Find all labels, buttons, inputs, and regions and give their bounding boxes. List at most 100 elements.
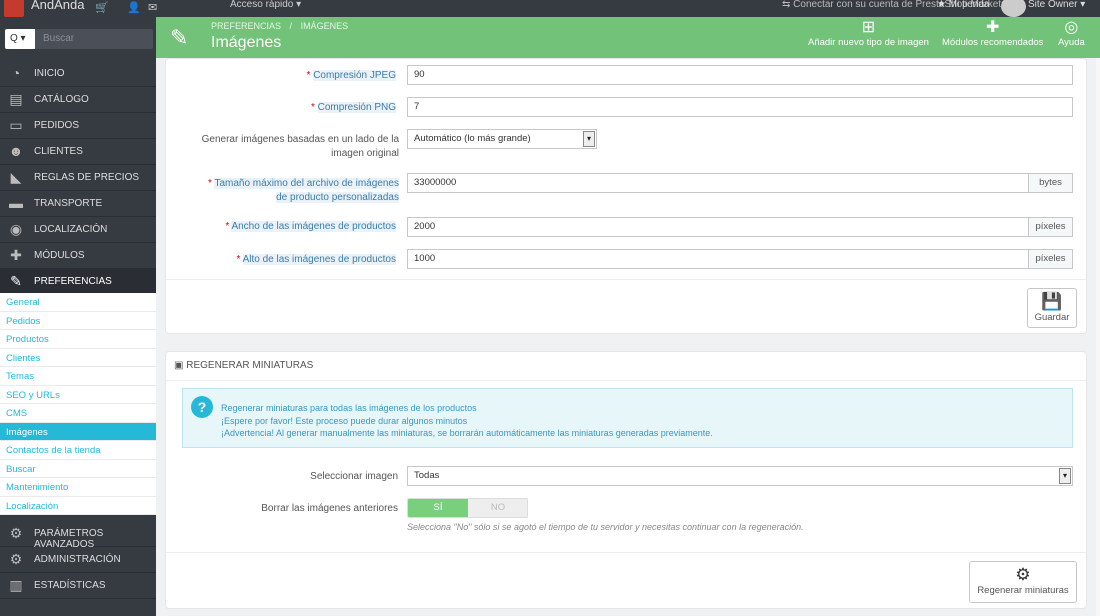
submenu-item[interactable]: Buscar <box>0 460 156 478</box>
sidebar-item-estadisticas[interactable]: ▥ Estadísticas <box>0 573 156 599</box>
submenu-item[interactable]: Mantenimiento <box>0 478 156 497</box>
sidebar-item-pedidos[interactable]: ▭ Pedidos <box>0 113 156 139</box>
bytes-addon: bytes <box>1028 173 1073 193</box>
submenu-item[interactable]: Temas <box>0 367 156 386</box>
users-icon: ☻ <box>8 143 24 159</box>
book-icon: ▤ <box>9 91 23 107</box>
regenerate-thumbnails-button[interactable]: ⚙ Regenerar miniaturas <box>969 561 1077 603</box>
toggle-no[interactable]: NO <box>468 499 527 517</box>
sidebar-item-label: Catálogo <box>34 94 89 105</box>
image-side-select[interactable]: Automático (lo más grande) ▾ <box>407 129 597 149</box>
pixels-addon: píxeles <box>1028 249 1073 269</box>
sidebar-item-label: Pedidos <box>34 120 80 131</box>
envelope-icon[interactable]: ✉ <box>148 1 157 14</box>
lifebuoy-icon: ◎ <box>1064 19 1079 36</box>
my-store-link[interactable]: ★ Mi tienda <box>937 0 989 10</box>
submenu-item[interactable]: Contactos de la tienda <box>0 441 156 460</box>
png-compression-input[interactable]: 7 <box>407 97 1073 117</box>
prestashop-logo-icon[interactable] <box>4 0 24 17</box>
recommended-modules-label: Módulos recomendados <box>942 37 1044 48</box>
jpeg-compression-input[interactable]: 90 <box>407 65 1073 85</box>
sidebar-item-label: Administración <box>34 554 121 565</box>
sidebar-item-label: Estadísticas <box>34 580 106 591</box>
sidebar-item-preferencias[interactable]: ✎ Preferencias <box>0 269 156 295</box>
wrench-icon: ✎ <box>10 273 22 289</box>
sidebar-item-inicio[interactable]: ◔ Inicio <box>0 61 156 87</box>
image-side-label: Generar imágenes basadas en un lado de l… <box>201 134 399 159</box>
user-icon[interactable]: 👤 <box>127 1 141 14</box>
add-image-type-label: Añadir nuevo tipo de imagen <box>808 37 929 48</box>
sidebar-item-label: Inicio <box>34 68 65 79</box>
sidebar-item-label: Transporte <box>34 198 103 209</box>
sidebar-item-localizacion[interactable]: ◉ Localización <box>0 217 156 243</box>
product-height-input[interactable]: 1000 <box>407 249 1029 269</box>
submenu-item[interactable]: SEO y URLs <box>0 386 156 404</box>
tag-icon: ◣ <box>10 169 22 185</box>
panel-divider <box>166 380 1086 381</box>
cogs-icon: ⚙ <box>1015 565 1031 584</box>
erase-previous-toggle[interactable]: SÍ NO <box>407 498 528 518</box>
recommended-modules-button[interactable]: ✚ Módulos recomendados <box>942 19 1043 48</box>
breadcrumb-item[interactable]: PREFERENCIAS <box>211 21 281 31</box>
bar-chart-icon: ▥ <box>9 577 23 593</box>
submenu-item[interactable]: Pedidos <box>0 312 156 330</box>
breadcrumb: PREFERENCIAS / IMÁGENES <box>211 21 348 31</box>
submenu-item-active[interactable]: Imágenes <box>0 422 156 441</box>
plus-icon: ⊞ <box>861 19 876 36</box>
top-bar: AndAnda 🛒 👤 ✉ Acceso rápido ▾ ⇆ Conectar… <box>0 0 1100 17</box>
chevron-down-icon: ▾ <box>583 131 595 147</box>
submenu-item[interactable]: Productos <box>0 330 156 349</box>
sidebar-item-label: Preferencias <box>34 276 112 287</box>
search-box[interactable]: Q ▾ Buscar <box>5 29 153 49</box>
select-image-dropdown[interactable]: Todas ▾ <box>407 466 1073 486</box>
save-button[interactable]: 💾 Guardar <box>1027 288 1077 328</box>
erase-previous-label: Borrar las imágenes anteriores <box>261 503 398 514</box>
avatar[interactable] <box>1001 0 1026 17</box>
sidebar-item-modulos[interactable]: ✚ Módulos <box>0 243 156 269</box>
sidebar-item-clientes[interactable]: ☻ Clientes <box>0 139 156 165</box>
submenu-item[interactable]: Clientes <box>0 349 156 367</box>
credit-card-icon: ▭ <box>9 117 23 133</box>
cart-icon[interactable]: 🛒 <box>95 1 109 14</box>
image-icon: ▣ <box>174 360 187 371</box>
help-label: Ayuda <box>1058 37 1085 48</box>
truck-icon: ▬ <box>9 195 23 211</box>
puzzle-icon: ✚ <box>10 247 22 263</box>
add-image-type-button[interactable]: ⊞ Añadir nuevo tipo de imagen <box>808 19 929 48</box>
save-label: Guardar <box>1034 312 1070 323</box>
sidebar-item-transporte[interactable]: ▬ Transporte <box>0 191 156 217</box>
sidebar-item-label: Localización <box>34 224 108 235</box>
question-circle-icon: ? <box>191 396 213 418</box>
max-file-size-label: * Tamaño máximo del archivo de imágenes d… <box>207 178 399 203</box>
product-width-input[interactable]: 2000 <box>407 217 1029 237</box>
sidebar-item-label: Clientes <box>34 146 83 157</box>
shop-name[interactable]: AndAnda <box>31 0 85 12</box>
sidebar-item-administracion[interactable]: ⚙ Administración <box>0 547 156 573</box>
breadcrumb-separator: / <box>289 21 293 31</box>
globe-icon: ◉ <box>9 221 23 237</box>
sidebar-item-reglas-de-precios[interactable]: ◣ Reglas de precios <box>0 165 156 191</box>
product-height-label: * Alto de las imágenes de productos <box>236 254 396 265</box>
max-file-size-input[interactable]: 33000000 <box>407 173 1029 193</box>
help-button[interactable]: ◎ Ayuda <box>1058 19 1085 48</box>
quick-access-menu[interactable]: Acceso rápido ▾ <box>230 0 301 10</box>
image-settings-panel: * Compresión JPEG 90 * Compresión PNG 7 … <box>165 58 1087 334</box>
search-scope-button[interactable]: Q ▾ <box>5 29 35 49</box>
sidebar-item-catalogo[interactable]: ▤ Catálogo <box>0 87 156 113</box>
submenu-item[interactable]: General <box>0 293 156 312</box>
sidebar-item-parametros-avanzados[interactable]: ⚙ Parámetros avanzados <box>0 521 156 550</box>
employee-menu[interactable]: Site Owner ▾ <box>1028 0 1085 10</box>
search-input[interactable]: Buscar <box>43 33 74 44</box>
submenu-item[interactable]: CMS <box>0 404 156 423</box>
sidebar-item-label: Reglas de precios <box>34 172 140 183</box>
dashboard-icon: ◔ <box>11 65 21 81</box>
page-scrollbar[interactable] <box>1096 58 1100 616</box>
breadcrumb-item[interactable]: IMÁGENES <box>301 21 349 31</box>
regenerate-label: Regenerar miniaturas <box>977 585 1069 596</box>
cogs-icon: ⚙ <box>9 525 23 541</box>
select-image-value: Todas <box>414 470 440 481</box>
submenu-item[interactable]: Localización <box>0 497 156 515</box>
product-width-label: * Ancho de las imágenes de productos <box>225 221 396 232</box>
toggle-yes[interactable]: SÍ <box>408 499 468 517</box>
cog-icon: ⚙ <box>9 551 23 567</box>
